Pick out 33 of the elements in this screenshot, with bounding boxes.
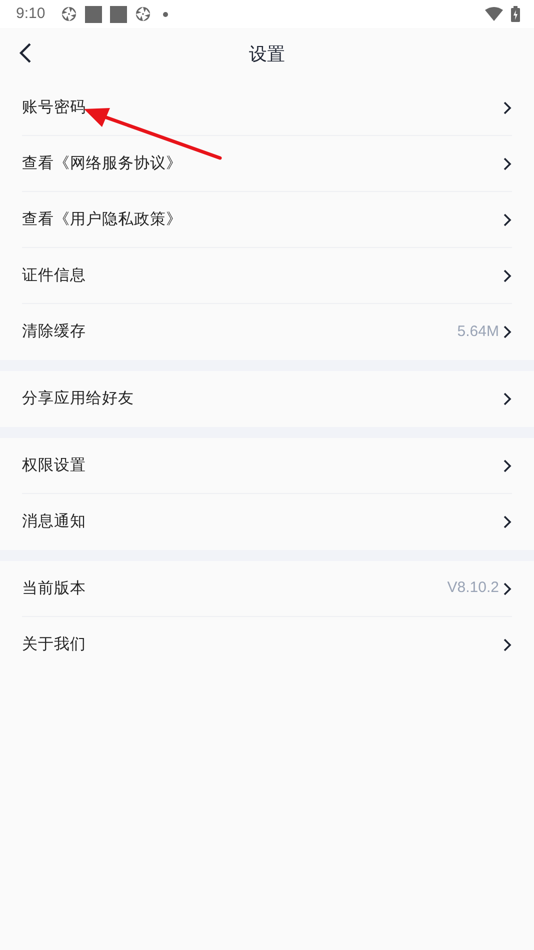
setting-value: V8.10.2 <box>447 578 499 598</box>
chevron-icon <box>503 268 512 282</box>
settings-item[interactable]: 查看《用户隐私政策》 <box>22 192 512 247</box>
app-icon <box>135 6 152 22</box>
chevron-icon <box>503 458 512 472</box>
chevron-icon <box>503 156 512 170</box>
settings-item[interactable]: 证件信息 <box>22 248 512 303</box>
chevron-icon <box>503 100 512 114</box>
page-title: 设置 <box>249 42 285 66</box>
chevron-icon <box>503 638 512 652</box>
wifi-icon <box>485 7 503 21</box>
settings-item[interactable]: 关于我们 <box>22 617 512 673</box>
status-time: 9:10 <box>16 4 46 24</box>
chevron-icon <box>503 325 512 339</box>
back-button[interactable] <box>18 41 32 65</box>
settings-item[interactable]: 当前版本 V8.10.2 <box>22 561 512 616</box>
settings-item[interactable]: 消息通知 <box>22 494 512 550</box>
settings-item[interactable]: 查看《网络服务协议》 <box>22 136 512 191</box>
app-icon <box>61 6 78 22</box>
back-icon <box>18 42 32 64</box>
notification-icon <box>85 6 102 22</box>
settings-item[interactable]: 账号密码 <box>22 80 512 135</box>
battery-icon <box>511 6 520 22</box>
chevron-icon <box>503 582 512 596</box>
chevron-icon <box>503 392 512 406</box>
setting-value: 5.64M <box>457 322 499 342</box>
settings-item[interactable]: 清除缓存 5.64M <box>22 304 512 360</box>
settings-item[interactable]: 分享应用给好友 <box>22 371 512 427</box>
settings-item[interactable]: 权限设置 <box>22 438 512 493</box>
notification-icon <box>110 6 128 22</box>
chevron-icon <box>503 212 512 226</box>
chevron-icon <box>503 515 512 529</box>
more-icon <box>163 12 168 16</box>
